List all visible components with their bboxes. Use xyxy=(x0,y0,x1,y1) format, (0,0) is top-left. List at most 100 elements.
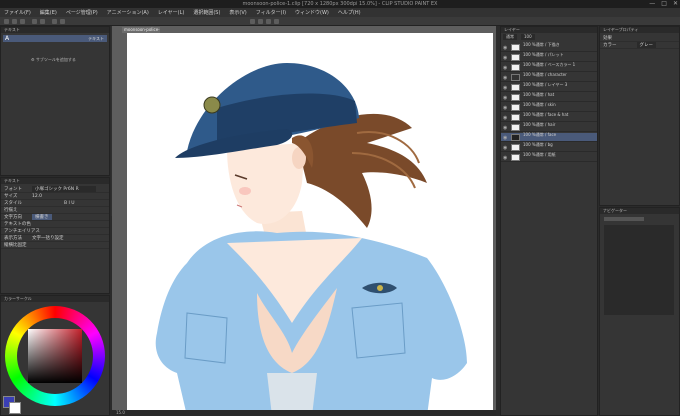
prop-color[interactable]: テキストの色 xyxy=(1,221,109,228)
layer-name: 100 %通常 / face xyxy=(523,132,557,137)
open-file-icon[interactable] xyxy=(12,19,17,24)
eye-icon[interactable]: ◉ xyxy=(503,145,507,151)
eye-icon[interactable]: ◉ xyxy=(503,75,507,81)
layer-row[interactable]: ◉ 100 %通常 / skin xyxy=(501,102,597,112)
layer-row[interactable]: ◉ 100 %通常 / ベースカラー 1 xyxy=(501,62,597,72)
navigator-preview[interactable] xyxy=(604,225,674,315)
layer-row[interactable]: ◉ 100 %通常 / bg xyxy=(501,142,597,152)
layer-row[interactable]: ◉ 100 %通常 / face & hat xyxy=(501,112,597,122)
eye-icon[interactable]: ◉ xyxy=(503,95,507,101)
layer-row[interactable]: ◉ 100 %通常 / 用紙 xyxy=(501,152,597,162)
layer-row[interactable]: ◉ 100 %通常 / パレット xyxy=(501,52,597,62)
perspective-icon[interactable] xyxy=(274,19,279,24)
tool-property-header: テキスト xyxy=(1,178,109,184)
zoom-slider[interactable] xyxy=(604,217,644,221)
layer-name: 100 %通常 / パレット xyxy=(523,52,564,57)
menu-help[interactable]: ヘルプ(H) xyxy=(338,9,361,16)
prop-style-value: B I U xyxy=(64,200,75,206)
saturation-value-square[interactable] xyxy=(28,329,82,383)
blend-mode-select[interactable]: 通常 xyxy=(503,34,517,40)
layer-name: 100 %通常 / 下描き xyxy=(523,42,560,47)
prop-antialias[interactable]: アンチエイリアス xyxy=(1,228,109,235)
eye-icon[interactable]: ◉ xyxy=(503,135,507,141)
prop-size[interactable]: サイズ 12.0 xyxy=(1,193,109,200)
menu-layer[interactable]: レイヤー(L) xyxy=(158,9,185,16)
layer-name: 100 %通常 / character xyxy=(523,72,567,77)
ruler-icon[interactable] xyxy=(258,19,263,24)
minimize-button[interactable]: — xyxy=(649,0,655,7)
sub-color-swatch[interactable] xyxy=(9,402,21,414)
tool-property-list: フォント 小塚ゴシック Pr6N R サイズ 12.0 スタイル B I U 行揃え … xyxy=(1,186,109,249)
color-row[interactable]: カラー グレー xyxy=(600,42,679,49)
prop-color-label: テキストの色 xyxy=(4,222,31,227)
prop-display[interactable]: 表示方法 文字一括り設定 xyxy=(1,235,109,242)
subtool-panel: テキスト A テキスト ⚙ サブツールを追加する xyxy=(0,26,110,176)
prop-align-label: 行揃え xyxy=(4,208,18,213)
layer-row[interactable]: ◉ 100 %通常 / レイヤー 3 xyxy=(501,82,597,92)
menu-page[interactable]: ページ管理(P) xyxy=(66,9,98,16)
eye-icon[interactable]: ◉ xyxy=(503,155,507,161)
layer-row[interactable]: ◉ 100 %通常 / hat xyxy=(501,92,597,102)
eye-icon[interactable]: ◉ xyxy=(503,55,507,61)
prop-font-value: 小塚ゴシック Pr6N R xyxy=(32,186,96,192)
new-file-icon[interactable] xyxy=(4,19,9,24)
illustration xyxy=(155,63,468,416)
effect-label: 効果 xyxy=(600,35,679,42)
eye-icon[interactable]: ◉ xyxy=(503,65,507,71)
color-panel-header: カラーサークル xyxy=(1,296,109,302)
grid-icon[interactable] xyxy=(266,19,271,24)
menu-selection[interactable]: 選択範囲(S) xyxy=(193,9,220,16)
prop-align[interactable]: 行揃え xyxy=(1,207,109,214)
transform-icon[interactable] xyxy=(60,19,65,24)
subtool-header: テキスト xyxy=(1,27,109,33)
hair-back xyxy=(297,113,427,228)
layer-row[interactable]: ◉ 100 %通常 / character xyxy=(501,72,597,82)
navigator-panel: ナビゲーター xyxy=(599,207,680,416)
color-mode-select[interactable]: グレー xyxy=(636,42,656,48)
prop-font-label: フォント xyxy=(4,187,22,192)
canvas-status-bar: 15.0 xyxy=(112,410,496,416)
eye-icon[interactable]: ◉ xyxy=(503,105,507,111)
menu-view[interactable]: 表示(V) xyxy=(229,9,246,16)
menu-file[interactable]: ファイル(F) xyxy=(4,9,31,16)
undo-icon[interactable] xyxy=(32,19,37,24)
canvas-paper[interactable] xyxy=(127,33,493,416)
prop-display-label: 表示方法 xyxy=(4,236,22,241)
prop-style[interactable]: スタイル B I U xyxy=(1,200,109,207)
close-button[interactable]: ✕ xyxy=(673,0,678,7)
add-subtool-button[interactable]: ⚙ サブツールを追加する xyxy=(31,57,76,63)
layer-property-header: レイヤープロパティ xyxy=(600,27,679,33)
text-tool-icon: A xyxy=(5,35,10,42)
clear-icon[interactable] xyxy=(52,19,57,24)
color-row-label: カラー xyxy=(603,43,617,48)
layer-row-selected[interactable]: ◉ 100 %通常 / face xyxy=(501,132,597,142)
menu-animation[interactable]: アニメーション(A) xyxy=(107,9,149,16)
eye-icon[interactable]: ◉ xyxy=(503,85,507,91)
prop-style-label: スタイル xyxy=(4,201,22,206)
subtool-item-text[interactable]: A テキスト xyxy=(3,35,107,42)
redo-icon[interactable] xyxy=(40,19,45,24)
menu-window[interactable]: ウィンドウ(W) xyxy=(295,9,329,16)
layer-row[interactable]: ◉ 100 %通常 / 下描き xyxy=(501,42,597,52)
prop-display-value: 文字一括り設定 xyxy=(32,236,64,241)
prop-direction[interactable]: 文字方向 横書き xyxy=(1,214,109,221)
layer-row[interactable]: ◉ 100 %通常 / hair xyxy=(501,122,597,132)
snap-icon[interactable] xyxy=(250,19,255,24)
navigator-header: ナビゲーター xyxy=(600,208,679,214)
eye-icon[interactable]: ◉ xyxy=(503,115,507,121)
save-icon[interactable] xyxy=(20,19,25,24)
prop-aspect[interactable]: 縦横比固定 xyxy=(1,242,109,249)
layer-panel: レイヤー 通常 100 ◉ 100 %通常 / 下描き ◉ 100 %通常 / パレ… xyxy=(500,26,598,416)
title-bar: moonsoon-police-1.clip [720 x 1280px 300… xyxy=(0,0,680,8)
menu-edit[interactable]: 編集(E) xyxy=(40,9,57,16)
eye-icon[interactable]: ◉ xyxy=(503,125,507,131)
layer-name: 100 %通常 / hair xyxy=(523,122,556,127)
opacity-value[interactable]: 100 xyxy=(521,34,535,40)
eye-icon[interactable]: ◉ xyxy=(503,45,507,51)
add-subtool-label: サブツールを追加する xyxy=(35,57,76,62)
prop-font[interactable]: フォント 小塚ゴシック Pr6N R xyxy=(1,186,109,193)
menu-filter[interactable]: フィルター(I) xyxy=(256,9,286,16)
menu-bar: ファイル(F) 編集(E) ページ管理(P) アニメーション(A) レイヤー(L… xyxy=(0,8,680,17)
maximize-button[interactable]: □ xyxy=(661,0,667,7)
layer-name: 100 %通常 / レイヤー 3 xyxy=(523,82,568,87)
